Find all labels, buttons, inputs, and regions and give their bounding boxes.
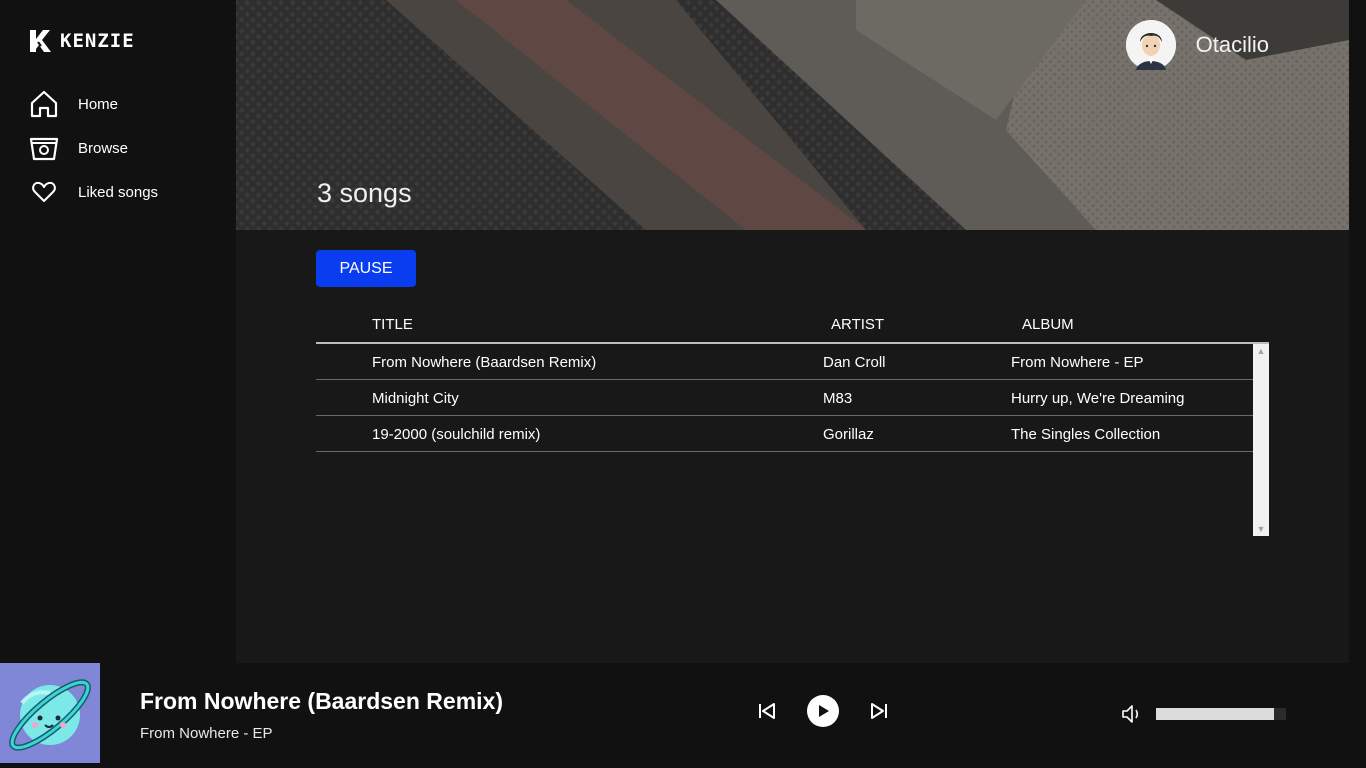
- scroll-up-arrow-icon[interactable]: ▲: [1253, 344, 1269, 358]
- column-header-title[interactable]: TITLE: [372, 316, 413, 333]
- song-count: 3 songs: [317, 178, 412, 208]
- previous-track-button[interactable]: [752, 696, 782, 726]
- user-name: Otacilio: [1195, 32, 1269, 57]
- user-profile[interactable]: Otacilio: [1125, 20, 1269, 70]
- volume-control: [1120, 703, 1286, 725]
- sidebar-nav: Home Browse Liked songs: [28, 82, 158, 214]
- play-icon: [819, 705, 829, 717]
- next-track-button[interactable]: [864, 696, 894, 726]
- main-content: 3 songs Otacilio PAUSE TITLE ARTIST ALBU…: [236, 0, 1349, 663]
- now-playing-album: From Nowhere - EP: [140, 725, 273, 742]
- scroll-down-arrow-icon[interactable]: ▼: [1253, 522, 1269, 536]
- column-header-album[interactable]: ALBUM: [1022, 316, 1074, 333]
- table-row[interactable]: Midnight City M83 Hurry up, We're Dreami…: [316, 380, 1253, 416]
- song-title: Midnight City: [372, 390, 459, 407]
- volume-slider[interactable]: [1156, 708, 1286, 720]
- now-playing-title: From Nowhere (Baardsen Remix): [140, 688, 503, 714]
- kenzie-logo-icon: [30, 30, 51, 52]
- table-header: TITLE ARTIST ALBUM: [316, 308, 1269, 344]
- volume-icon[interactable]: [1120, 703, 1142, 725]
- table-scrollbar[interactable]: ▲ ▼: [1253, 344, 1269, 536]
- album-cover: [0, 663, 100, 763]
- sidebar-item-label: Browse: [78, 139, 129, 157]
- skip-forward-icon: [871, 703, 887, 719]
- table-row[interactable]: 19-2000 (soulchild remix) Gorillaz The S…: [316, 416, 1253, 452]
- song-artist: Gorillaz: [823, 426, 874, 443]
- sidebar-item-label: Liked songs: [78, 183, 159, 201]
- songs-table: TITLE ARTIST ALBUM From Nowhere (Baardse…: [316, 308, 1269, 536]
- brand-name: KENZIE: [60, 30, 135, 52]
- sidebar-item-label: Home: [78, 95, 119, 113]
- sidebar: KENZIE Home Browse Liked songs: [0, 0, 236, 663]
- playback-controls: [752, 695, 894, 727]
- song-title: From Nowhere (Baardsen Remix): [372, 354, 597, 371]
- avatar[interactable]: [1125, 20, 1176, 70]
- player-bar: From Nowhere (Baardsen Remix) From Nowhe…: [0, 663, 1366, 768]
- sidebar-item-home[interactable]: Home: [28, 82, 158, 126]
- sidebar-item-browse[interactable]: Browse: [28, 126, 158, 170]
- column-header-artist[interactable]: ARTIST: [831, 316, 884, 333]
- browse-icon: [28, 132, 60, 164]
- home-icon: [28, 88, 60, 120]
- heart-icon: [28, 176, 60, 208]
- skip-back-icon: [759, 703, 775, 719]
- table-body: From Nowhere (Baardsen Remix) Dan Croll …: [316, 344, 1269, 536]
- song-artist: Dan Croll: [823, 354, 886, 371]
- volume-slider-fill: [1156, 708, 1275, 720]
- song-artist: M83: [823, 390, 853, 407]
- table-row[interactable]: From Nowhere (Baardsen Remix) Dan Croll …: [316, 344, 1253, 380]
- song-album: Hurry up, We're Dreaming: [1011, 390, 1185, 407]
- sidebar-item-liked-songs[interactable]: Liked songs: [28, 170, 158, 214]
- header-banner: 3 songs Otacilio: [236, 0, 1349, 230]
- pause-button[interactable]: PAUSE: [316, 250, 416, 287]
- logo[interactable]: KENZIE: [28, 28, 135, 54]
- play-button[interactable]: [807, 695, 839, 727]
- song-album: From Nowhere - EP: [1011, 354, 1144, 371]
- song-album: The Singles Collection: [1011, 426, 1161, 443]
- song-title: 19-2000 (soulchild remix): [372, 426, 541, 443]
